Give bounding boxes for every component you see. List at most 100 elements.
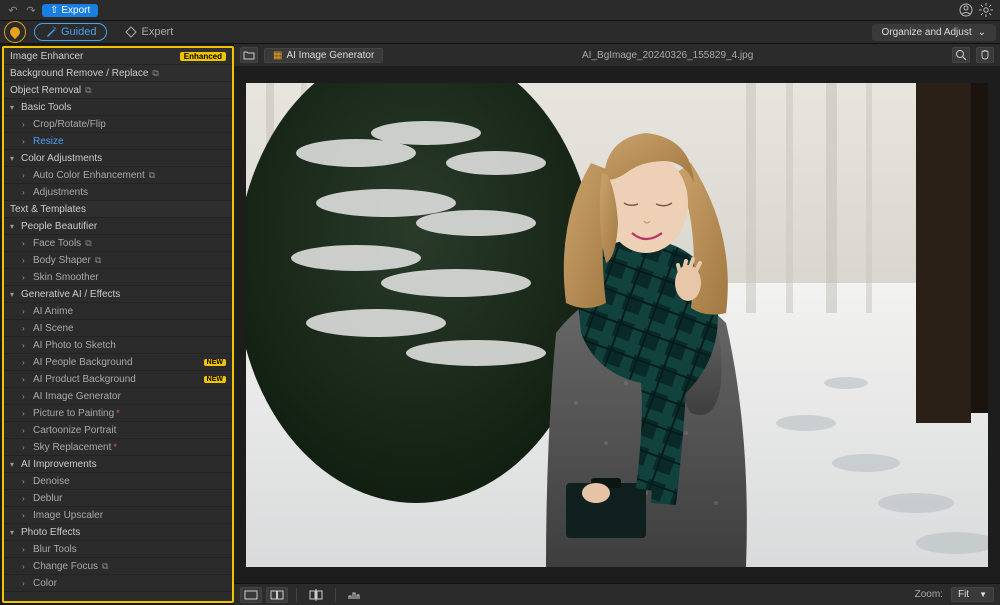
sidebar-section-people-beautifier[interactable]: ▾ People Beautifier bbox=[4, 218, 232, 235]
sidebar-item-auto-color[interactable]: › Auto Color Enhancement ⧉ bbox=[4, 167, 232, 184]
sidebar-item-ai-sketch[interactable]: ›AI Photo to Sketch bbox=[4, 337, 232, 354]
tab-guided[interactable]: Guided bbox=[34, 23, 107, 41]
item-label: Skin Smoother bbox=[33, 272, 99, 283]
sidebar-label: Background Remove / Replace bbox=[10, 68, 148, 79]
item-label: AI Photo to Sketch bbox=[33, 340, 116, 351]
canvas-area: ▦ AI Image Generator AI_BgImage_20240326… bbox=[234, 44, 1000, 605]
breadcrumb-label: AI Image Generator bbox=[286, 50, 374, 61]
popout-icon: ⧉ bbox=[95, 255, 101, 266]
chevron-right-icon: › bbox=[22, 188, 30, 197]
sidebar-item-picture-painting[interactable]: ›Picture to Painting* bbox=[4, 405, 232, 422]
sidebar-item-ai-anime[interactable]: ›AI Anime bbox=[4, 303, 232, 320]
sidebar-item-blur-tools[interactable]: ›Blur Tools bbox=[4, 541, 232, 558]
histogram-button[interactable] bbox=[344, 587, 366, 603]
tab-expert-label: Expert bbox=[141, 26, 173, 38]
chevron-down-icon: ▼ bbox=[979, 590, 987, 599]
pan-tool-button[interactable] bbox=[976, 47, 994, 63]
canvas-toolbar: ▦ AI Image Generator AI_BgImage_20240326… bbox=[234, 44, 1000, 66]
sidebar-item-face-tools[interactable]: › Face Tools ⧉ bbox=[4, 235, 232, 252]
view-single-button[interactable] bbox=[240, 587, 262, 603]
canvas[interactable] bbox=[234, 66, 1000, 583]
section-label: Basic Tools bbox=[21, 102, 71, 113]
sidebar-item-change-focus[interactable]: ›Change Focus⧉ bbox=[4, 558, 232, 575]
redo-icon[interactable]: ↷ bbox=[24, 3, 38, 17]
sidebar-label: Text & Templates bbox=[10, 204, 86, 215]
sidebar-item-skin-smoother[interactable]: › Skin Smoother bbox=[4, 269, 232, 286]
item-label: Auto Color Enhancement bbox=[33, 170, 145, 181]
filename-label: AI_BgImage_20240326_155829_4.jpg bbox=[582, 50, 753, 61]
chevron-right-icon: › bbox=[22, 579, 30, 588]
sidebar-item-image-enhancer[interactable]: Image Enhancer Enhanced bbox=[4, 48, 232, 65]
sidebar-item-denoise[interactable]: ›Denoise bbox=[4, 473, 232, 490]
section-label: People Beautifier bbox=[21, 221, 97, 232]
sidebar-section-color-adjustments[interactable]: ▾ Color Adjustments bbox=[4, 150, 232, 167]
badge-new: NEW bbox=[204, 376, 226, 383]
sidebar-item-upscaler[interactable]: ›Image Upscaler bbox=[4, 507, 232, 524]
sidebar: Image Enhancer Enhanced Background Remov… bbox=[2, 46, 234, 603]
sidebar-item-text-templates[interactable]: Text & Templates bbox=[4, 201, 232, 218]
sidebar-item-sky-replacement[interactable]: ›Sky Replacement* bbox=[4, 439, 232, 456]
app-logo[interactable] bbox=[4, 21, 26, 43]
badge-new: NEW bbox=[204, 359, 226, 366]
sidebar-item-cartoonize[interactable]: ›Cartoonize Portrait bbox=[4, 422, 232, 439]
sidebar-item-crop[interactable]: › Crop/Rotate/Flip bbox=[4, 116, 232, 133]
sidebar-item-body-shaper[interactable]: › Body Shaper ⧉ bbox=[4, 252, 232, 269]
export-button[interactable]: ⇧ Export bbox=[42, 4, 98, 17]
sidebar-label: Object Removal bbox=[10, 85, 81, 96]
section-label: AI Improvements bbox=[21, 459, 97, 470]
item-label: AI Product Background bbox=[33, 374, 136, 385]
upload-icon: ⇧ bbox=[50, 5, 58, 16]
zoom-select[interactable]: Fit ▼ bbox=[951, 587, 994, 602]
section-label: Generative AI / Effects bbox=[21, 289, 120, 300]
star-icon: * bbox=[113, 442, 117, 452]
settings-icon[interactable] bbox=[978, 2, 994, 18]
undo-icon[interactable]: ↶ bbox=[6, 3, 20, 17]
popout-icon: ⧉ bbox=[102, 561, 108, 572]
chevron-down-icon: ▾ bbox=[10, 222, 18, 231]
sidebar-item-deblur[interactable]: ›Deblur bbox=[4, 490, 232, 507]
item-label: Change Focus bbox=[33, 561, 98, 572]
zoom-label: Zoom: bbox=[915, 589, 943, 600]
sidebar-item-adjustments[interactable]: › Adjustments bbox=[4, 184, 232, 201]
sidebar-section-basic-tools[interactable]: ▾ Basic Tools bbox=[4, 99, 232, 116]
sidebar-item-object-removal[interactable]: Object Removal ⧉ bbox=[4, 82, 232, 99]
item-label: AI Scene bbox=[33, 323, 74, 334]
section-label: Photo Effects bbox=[21, 527, 80, 538]
item-label: Image Upscaler bbox=[33, 510, 103, 521]
sidebar-item-ai-image-gen[interactable]: ›AI Image Generator bbox=[4, 388, 232, 405]
view-split-button[interactable] bbox=[266, 587, 288, 603]
sidebar-section-gen-ai[interactable]: ▾ Generative AI / Effects bbox=[4, 286, 232, 303]
popout-icon: ⧉ bbox=[85, 85, 91, 96]
sidebar-item-resize[interactable]: › Resize bbox=[4, 133, 232, 150]
sidebar-item-ai-scene[interactable]: ›AI Scene bbox=[4, 320, 232, 337]
chevron-down-icon: ⌄ bbox=[978, 27, 986, 38]
chevron-right-icon: › bbox=[22, 426, 30, 435]
item-label: Blur Tools bbox=[33, 544, 77, 555]
compare-button[interactable] bbox=[305, 587, 327, 603]
organize-button[interactable]: Organize and Adjust ⌄ bbox=[872, 24, 996, 41]
breadcrumb[interactable]: ▦ AI Image Generator bbox=[264, 48, 383, 63]
zoom-tool-button[interactable] bbox=[952, 47, 970, 63]
sidebar-item-color[interactable]: ›Color bbox=[4, 575, 232, 592]
sidebar-item-ai-people-bg[interactable]: ›AI People BackgroundNEW bbox=[4, 354, 232, 371]
export-label: Export bbox=[61, 5, 90, 16]
item-label: Resize bbox=[33, 136, 64, 147]
chevron-right-icon: › bbox=[22, 324, 30, 333]
item-label: Color bbox=[33, 578, 57, 589]
sidebar-item-ai-product-bg[interactable]: ›AI Product Background NEW bbox=[4, 371, 232, 388]
chevron-right-icon: › bbox=[22, 511, 30, 520]
chevron-right-icon: › bbox=[22, 375, 30, 384]
sidebar-item-bg-remove[interactable]: Background Remove / Replace ⧉ bbox=[4, 65, 232, 82]
tab-expert[interactable]: Expert bbox=[115, 24, 183, 40]
folder-button[interactable] bbox=[240, 47, 258, 63]
account-icon[interactable] bbox=[958, 2, 974, 18]
section-label: Color Adjustments bbox=[21, 153, 102, 164]
chevron-down-icon: ▾ bbox=[10, 528, 18, 537]
chevron-right-icon: › bbox=[22, 120, 30, 129]
item-label: Body Shaper bbox=[33, 255, 91, 266]
item-label: AI Anime bbox=[33, 306, 73, 317]
title-bar: ↶ ↷ ⇧ Export bbox=[0, 0, 1000, 20]
mode-bar: Guided Expert Organize and Adjust ⌄ bbox=[0, 20, 1000, 44]
sidebar-section-ai-improvements[interactable]: ▾ AI Improvements bbox=[4, 456, 232, 473]
sidebar-section-photo-effects[interactable]: ▾ Photo Effects bbox=[4, 524, 232, 541]
